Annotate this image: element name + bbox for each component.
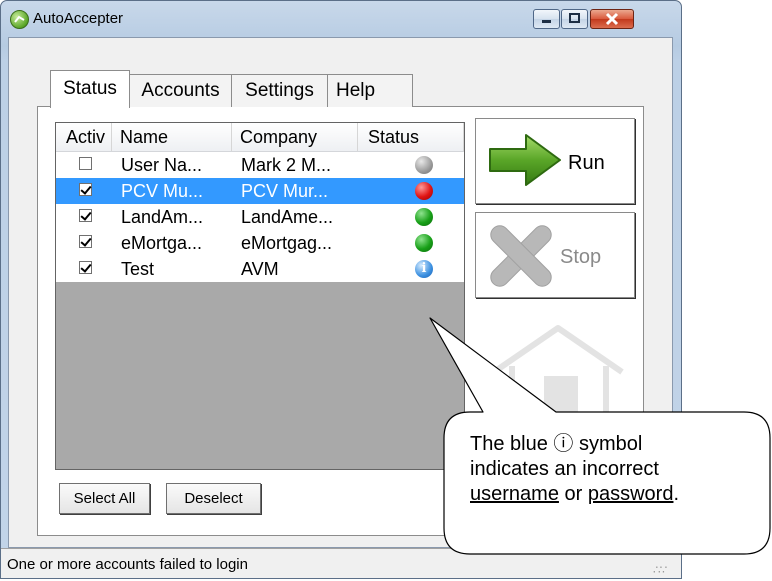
callout-username: username	[470, 483, 559, 505]
callout-line-1: The blue ⓘ symbol	[470, 433, 643, 455]
callout-text: The blue ⓘ symbol indicates an incorrect…	[470, 432, 770, 507]
callout-period: .	[673, 483, 680, 505]
tab-status[interactable]: Status	[50, 70, 130, 108]
callout-or: or	[564, 483, 583, 505]
callout-line-3: username or password.	[470, 482, 770, 507]
callout-line-2: indicates an incorrect	[470, 458, 659, 480]
callout-password: password	[587, 483, 674, 505]
